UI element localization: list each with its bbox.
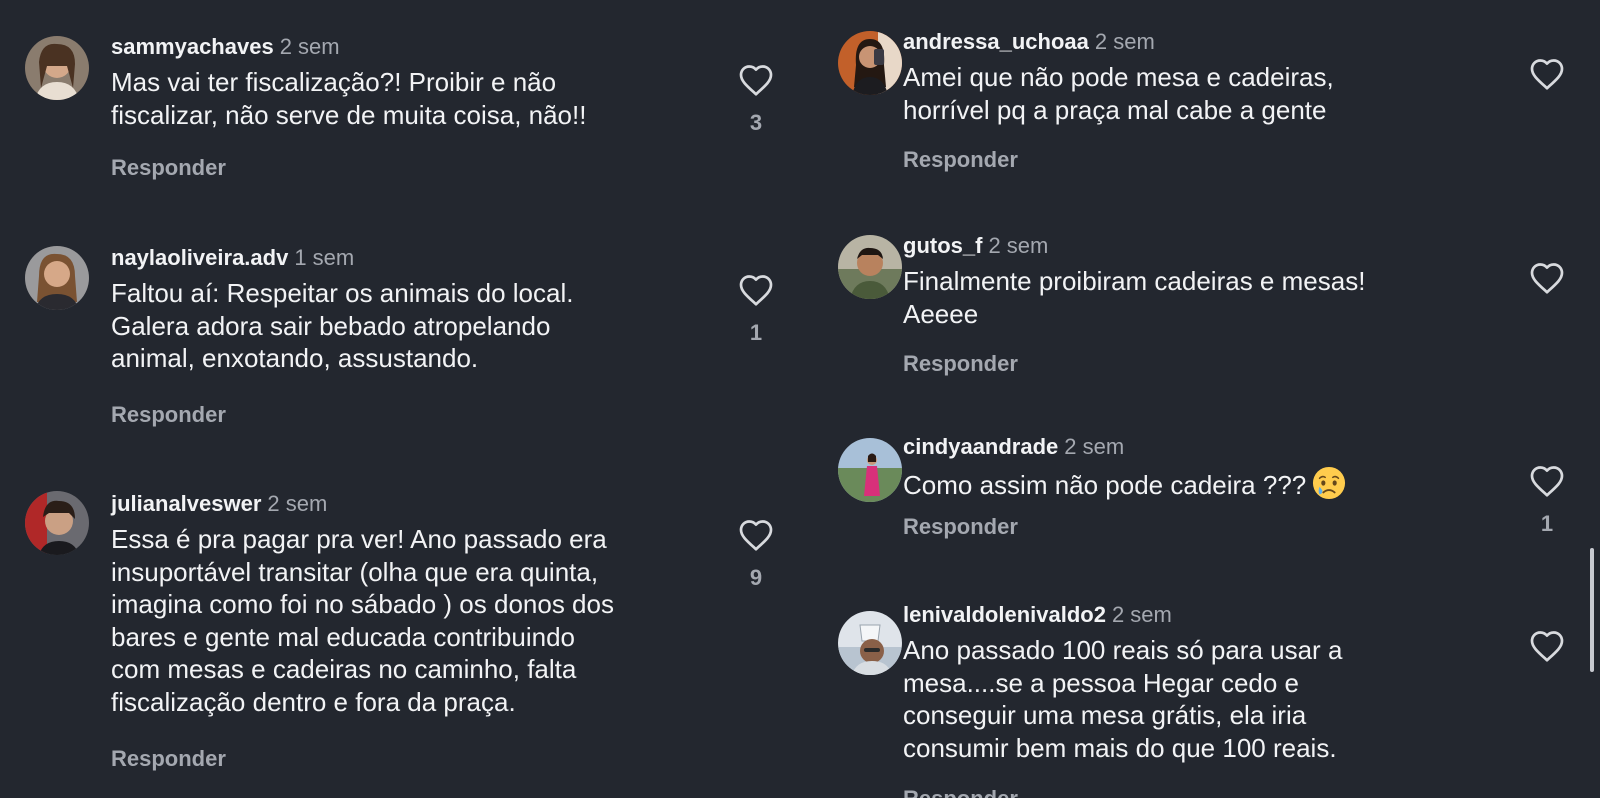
comment-time: 2 sem xyxy=(267,491,328,516)
heart-outline-icon[interactable] xyxy=(738,518,774,552)
comments-column-left: sammyachaves 2 sem Mas vai ter fiscalizaç… xyxy=(0,0,800,798)
username[interactable]: andressa_uchoaa xyxy=(903,29,1089,54)
comments-page: sammyachaves 2 sem Mas vai ter fiscalizaç… xyxy=(0,0,1600,798)
comment-body: andressa_uchoaa 2 sem Amei que não pode m… xyxy=(903,28,1503,126)
like-count: 9 xyxy=(749,565,763,590)
avatar[interactable] xyxy=(25,36,89,100)
avatar[interactable] xyxy=(25,246,89,310)
heart-outline-icon[interactable] xyxy=(1529,57,1565,91)
reply-button[interactable]: Responder xyxy=(903,147,1018,173)
reply-button[interactable]: Responder xyxy=(111,746,226,772)
reply-button[interactable]: Responder xyxy=(111,402,226,428)
reply-button[interactable]: Responder xyxy=(903,514,1018,540)
comment-body: lenivaldolenivaldo2 2 sem Ano passado 100… xyxy=(903,601,1503,764)
comments-column-right: andressa_uchoaa 2 sem Amei que não pode m… xyxy=(810,0,1600,798)
comment-body: naylaoliveira.adv 1 sem Faltou aí: Respei… xyxy=(111,244,701,375)
reply-button[interactable]: Responder xyxy=(111,155,226,181)
like-control xyxy=(1527,629,1567,663)
comment-body: julianalveswer 2 sem Essa é pra pagar pra… xyxy=(111,490,731,718)
comment-time: 2 sem xyxy=(988,233,1049,258)
like-control: 1 xyxy=(1527,464,1567,536)
comment-text: Essa é pra pagar pra ver! Ano passado er… xyxy=(111,524,614,717)
avatar[interactable] xyxy=(838,611,902,675)
avatar[interactable] xyxy=(25,491,89,555)
comment-time: 2 sem xyxy=(1064,434,1125,459)
comment-text: Mas vai ter fiscalização?! Proibir e não… xyxy=(111,67,587,130)
comment-time: 1 sem xyxy=(294,245,355,270)
username[interactable]: cindyaandrade xyxy=(903,434,1058,459)
comment-text: Amei que não pode mesa e cadeiras, horrí… xyxy=(903,62,1334,125)
like-control: 1 xyxy=(736,273,776,345)
like-count: 1 xyxy=(749,320,763,345)
like-control xyxy=(1527,261,1567,295)
avatar[interactable] xyxy=(838,31,902,95)
like-control: 9 xyxy=(736,518,776,590)
like-control xyxy=(1527,57,1567,91)
reply-button[interactable]: Responder xyxy=(903,786,1018,798)
comment-time: 2 sem xyxy=(1111,602,1172,627)
comment-body: gutos_f 2 sem Finalmente proibiram cadeir… xyxy=(903,232,1503,330)
comment-text: Faltou aí: Respeitar os animais do local… xyxy=(111,278,574,373)
heart-outline-icon[interactable] xyxy=(1529,261,1565,295)
username[interactable]: sammyachaves xyxy=(111,34,274,59)
comment-text: Como assim não pode cadeira ??? xyxy=(903,466,1503,502)
like-count: 3 xyxy=(749,110,763,135)
username[interactable]: lenivaldolenivaldo2 xyxy=(903,602,1106,627)
comment-text: Finalmente proibiram cadeiras e mesas! A… xyxy=(903,266,1366,329)
username[interactable]: gutos_f xyxy=(903,233,982,258)
username[interactable]: julianalveswer xyxy=(111,491,261,516)
reply-button[interactable]: Responder xyxy=(903,351,1018,377)
comment-time: 2 sem xyxy=(279,34,340,59)
avatar[interactable] xyxy=(838,235,902,299)
username[interactable]: naylaoliveira.adv xyxy=(111,245,288,270)
avatar[interactable] xyxy=(838,438,902,502)
comment-time: 2 sem xyxy=(1094,29,1155,54)
heart-outline-icon[interactable] xyxy=(738,273,774,307)
like-control: 3 xyxy=(736,63,776,135)
heart-outline-icon[interactable] xyxy=(1529,629,1565,663)
crying-face-emoji-icon xyxy=(1313,466,1346,500)
like-count: 1 xyxy=(1540,511,1554,536)
comment-text-content: Como assim não pode cadeira ??? xyxy=(903,470,1307,500)
comment-body: cindyaandrade 2 sem Como assim não pode c… xyxy=(903,433,1503,502)
comment-text: Ano passado 100 reais só para usar a mes… xyxy=(903,635,1343,763)
heart-outline-icon[interactable] xyxy=(1529,464,1565,498)
comment-body: sammyachaves 2 sem Mas vai ter fiscalizaç… xyxy=(111,33,701,131)
scrollbar[interactable] xyxy=(1590,548,1594,672)
heart-outline-icon[interactable] xyxy=(738,63,774,97)
